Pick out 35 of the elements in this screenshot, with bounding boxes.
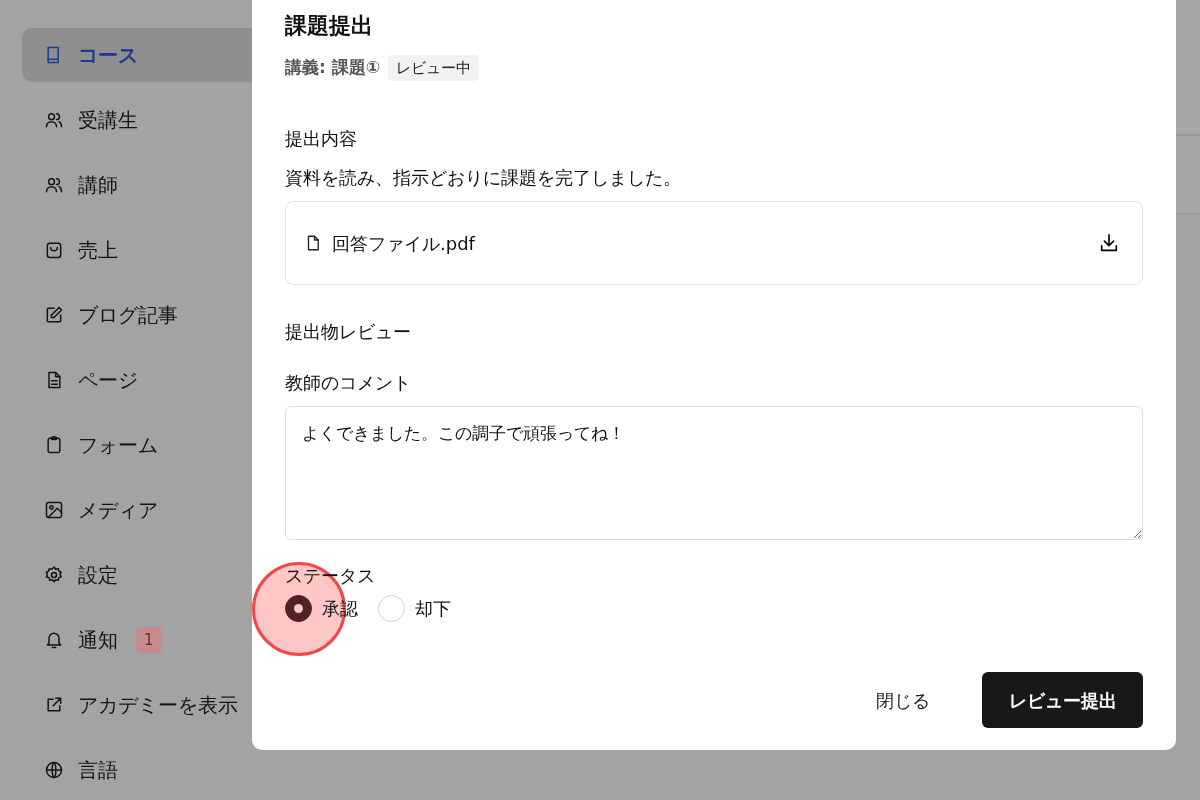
count-badge: 1 — [136, 626, 162, 654]
sidebar-item[interactable]: メディア — [22, 483, 260, 537]
submit-button[interactable]: レビュー提出 — [982, 672, 1143, 728]
sidebar-item[interactable]: 売上 — [22, 223, 260, 277]
users-icon — [44, 175, 64, 195]
clipboard-icon — [44, 435, 64, 455]
section-heading: 提出物レビュー — [285, 320, 412, 345]
sidebar-item[interactable]: フォーム — [22, 418, 260, 472]
settings-icon — [44, 565, 64, 585]
sidebar-item[interactable]: 講師 — [22, 158, 260, 212]
lecture-name: 講義: 課題① — [285, 56, 381, 80]
status-badge: レビュー中 — [388, 54, 480, 82]
field-label: 教師のコメント — [285, 371, 412, 396]
comment-field[interactable]: よくできました。この調子で頑張ってね！ — [285, 406, 1143, 541]
users-icon — [44, 110, 64, 130]
file-name: 回答ファイル.pdf — [332, 231, 475, 256]
sidebar-item[interactable]: 設定 — [22, 548, 260, 602]
close-button[interactable]: 閉じる — [848, 672, 958, 728]
external-link-icon — [44, 695, 64, 715]
dialog-title: 課題提出 — [285, 12, 374, 40]
shopping-bag-icon — [44, 240, 64, 260]
section-heading: 提出内容 — [285, 127, 358, 152]
radio-label: 却下 — [415, 597, 451, 622]
globe-icon — [44, 760, 64, 780]
sidebar-item[interactable]: アカデミーを表示 — [22, 678, 260, 732]
submission-text: 資料を読み、指示どおりに課題を完了しました。 — [285, 166, 682, 191]
bell-icon — [44, 630, 64, 650]
edit-icon — [44, 305, 64, 325]
image-icon — [44, 500, 64, 520]
sidebar-item[interactable]: ブログ記事 — [22, 288, 260, 342]
sidebar-item[interactable]: 受講生 — [22, 93, 260, 147]
sidebar-item[interactable]: ページ — [22, 353, 260, 407]
sidebar-item[interactable]: 言語 — [22, 743, 260, 797]
field-label: ステータス — [285, 564, 376, 589]
sidebar-item[interactable]: 通知 — [78, 625, 118, 655]
